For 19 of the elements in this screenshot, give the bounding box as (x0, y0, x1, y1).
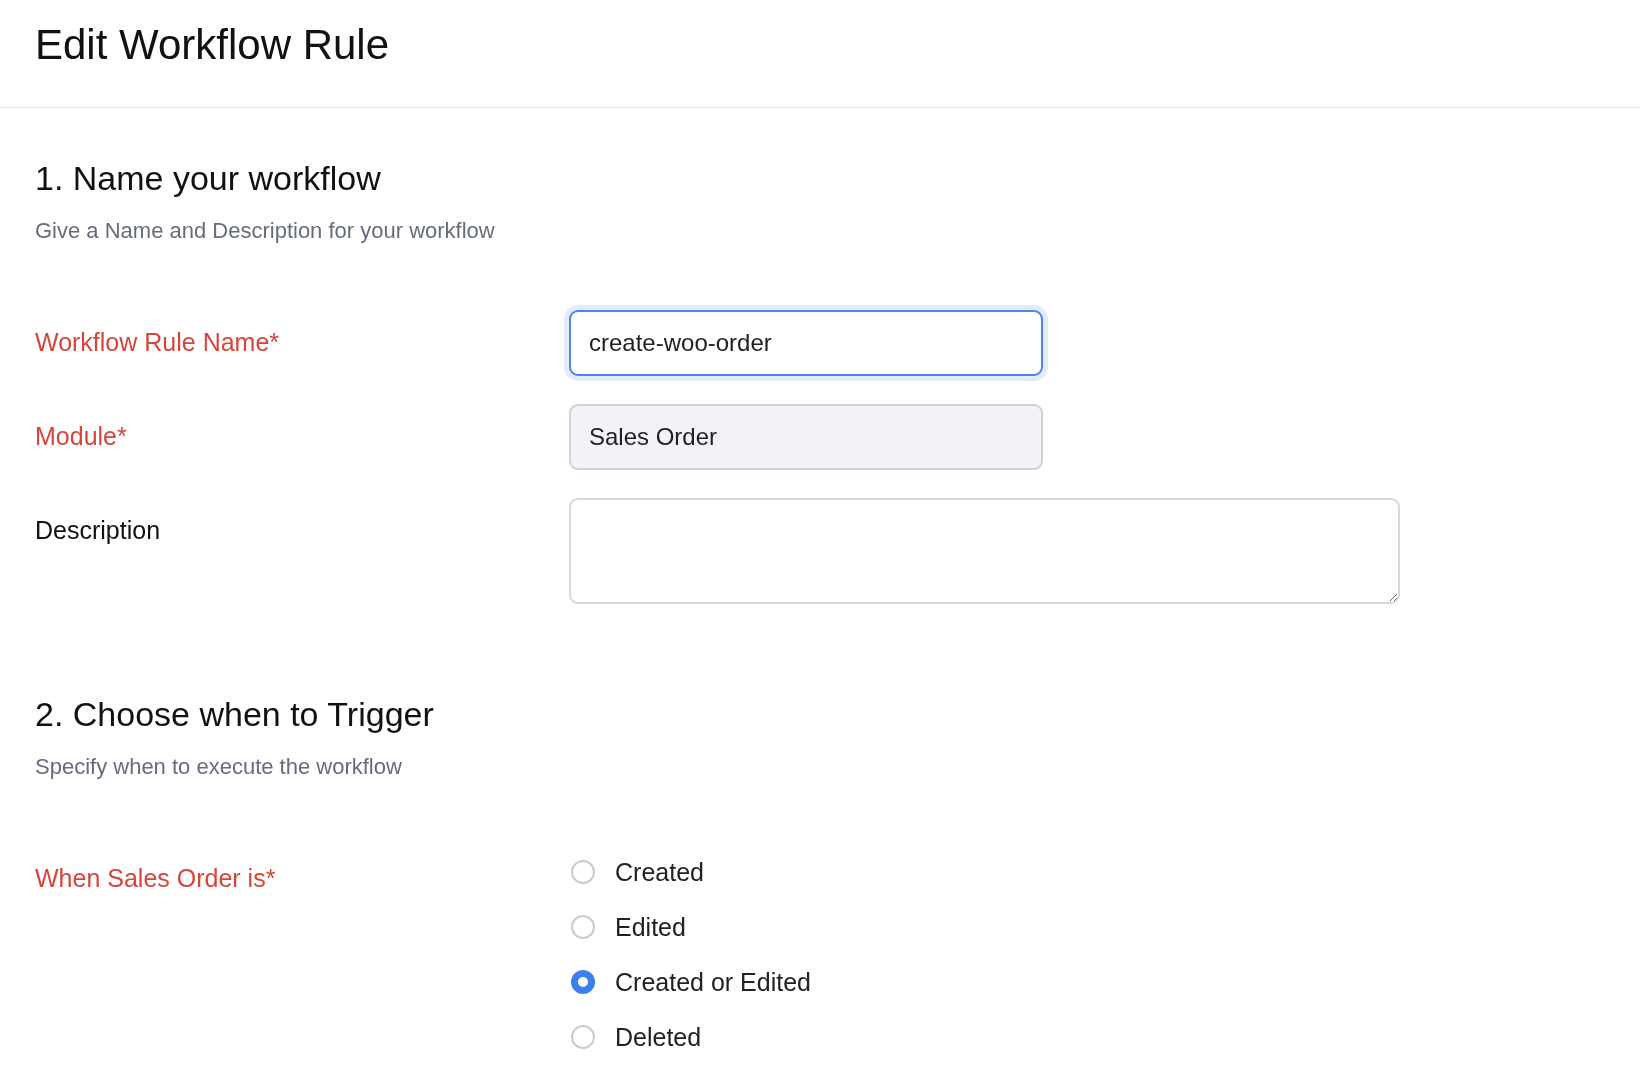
section-subtitle: Give a Name and Description for your workflow (35, 218, 496, 244)
radio-label[interactable]: Created (615, 857, 704, 887)
description-field[interactable] (569, 498, 1400, 604)
text-field[interactable]: create-woo-order (569, 310, 1043, 376)
field-label: When Sales Order is* (35, 863, 277, 893)
radio-button[interactable] (571, 970, 595, 994)
field-label: Module* (35, 421, 128, 451)
section-heading: 1. Name your workflow (35, 158, 382, 198)
radio-button[interactable] (571, 1025, 595, 1049)
radio-button[interactable] (571, 915, 595, 939)
section-heading: 2. Choose when to Trigger (35, 694, 435, 734)
radio-label[interactable]: Edited (615, 912, 686, 942)
field-label: Description (35, 515, 162, 545)
field-label: Workflow Rule Name* (35, 327, 281, 357)
section-subtitle: Specify when to execute the workflow (35, 754, 403, 780)
page-title: Edit Workflow Rule (35, 20, 389, 69)
radio-button[interactable] (571, 860, 595, 884)
radio-label[interactable]: Created or Edited (615, 967, 811, 997)
radio-label[interactable]: Deleted (615, 1022, 702, 1052)
